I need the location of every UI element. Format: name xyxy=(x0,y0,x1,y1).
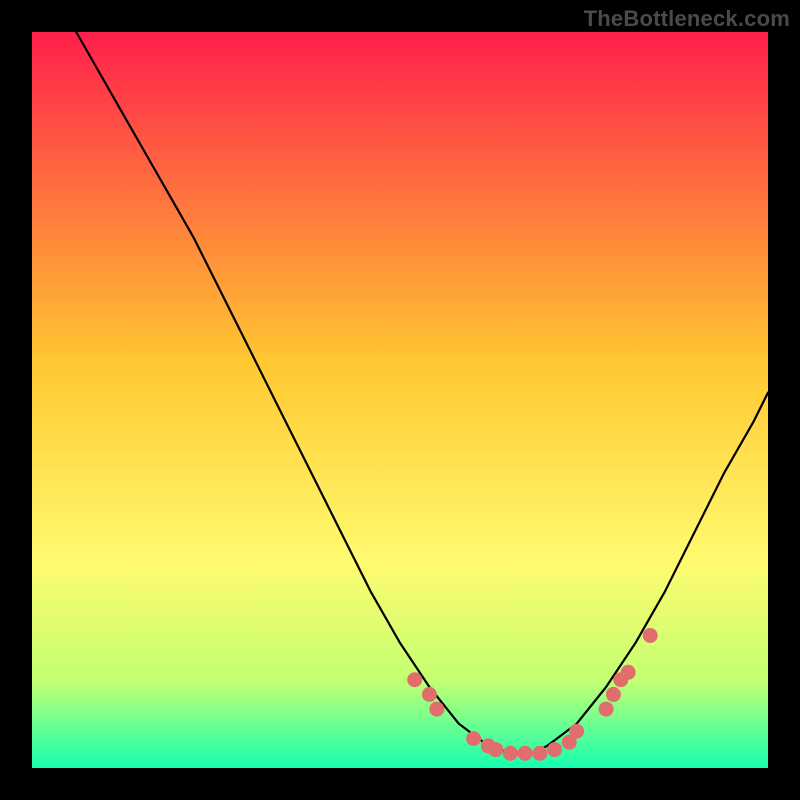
marker-dot xyxy=(422,687,437,702)
marker-dot xyxy=(599,702,614,717)
marker-dot xyxy=(518,746,533,761)
bottleneck-chart xyxy=(32,32,768,768)
marker-dot xyxy=(488,742,503,757)
marker-dot xyxy=(407,672,422,687)
watermark-text: TheBottleneck.com xyxy=(584,6,790,32)
marker-dot xyxy=(643,628,658,643)
marker-dot xyxy=(429,702,444,717)
chart-area xyxy=(32,32,768,768)
gradient-background xyxy=(32,32,768,768)
marker-dot xyxy=(606,687,621,702)
marker-dot xyxy=(503,746,518,761)
marker-dot xyxy=(621,665,636,680)
marker-dot xyxy=(466,731,481,746)
marker-dot xyxy=(532,746,547,761)
marker-dot xyxy=(547,742,562,757)
marker-dot xyxy=(569,724,584,739)
